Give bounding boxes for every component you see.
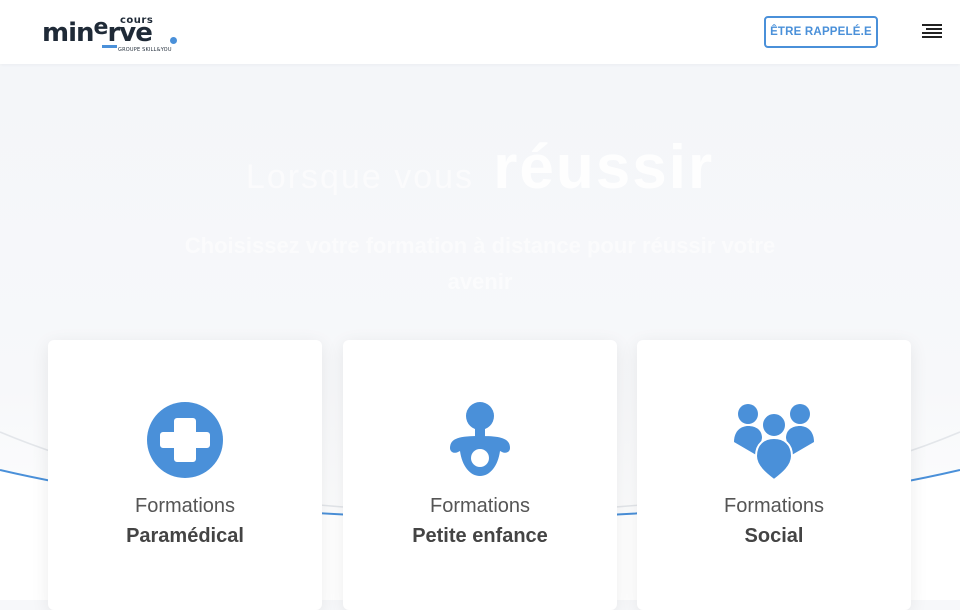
card-title-prefix: Formations	[134, 495, 236, 517]
logo-cours-text: cours	[120, 15, 154, 26]
site-header: minerve cours GROUPE SKILL&YOU ÊTRE RAPP…	[0, 0, 960, 64]
people-group-icon	[734, 404, 814, 480]
minerve-logo[interactable]: minerve cours GROUPE SKILL&YOU	[42, 14, 182, 54]
card-paramedical[interactable]: Formations Paramédical	[48, 340, 322, 610]
hero-title-prefix: Lorsque vous	[245, 158, 475, 196]
callback-button[interactable]: ÊTRE RAPPELÉ.E	[764, 16, 878, 48]
card-title-prefix: Formations	[723, 495, 825, 517]
logo-dot	[170, 37, 177, 44]
card-title: Social	[744, 525, 804, 547]
hero-title-main: réussir	[493, 133, 715, 202]
medical-cross-icon	[147, 402, 223, 478]
card-title: Petite enfance	[412, 525, 548, 547]
card-petite-enfance[interactable]: Formations Petite enfance	[343, 340, 617, 610]
card-title-prefix: Formations	[429, 495, 531, 517]
card-title: Paramédical	[126, 525, 244, 547]
hamburger-icon[interactable]	[918, 24, 942, 40]
pacifier-icon	[450, 402, 510, 476]
logo-underline	[102, 45, 117, 48]
card-social[interactable]: Formations Social	[637, 340, 911, 610]
hero-title: Lorsque vous réussir	[0, 132, 960, 203]
hero-subtitle: Choisissez votre formation à distance po…	[184, 233, 776, 294]
logo-subtitle: GROUPE SKILL&YOU	[118, 47, 172, 53]
